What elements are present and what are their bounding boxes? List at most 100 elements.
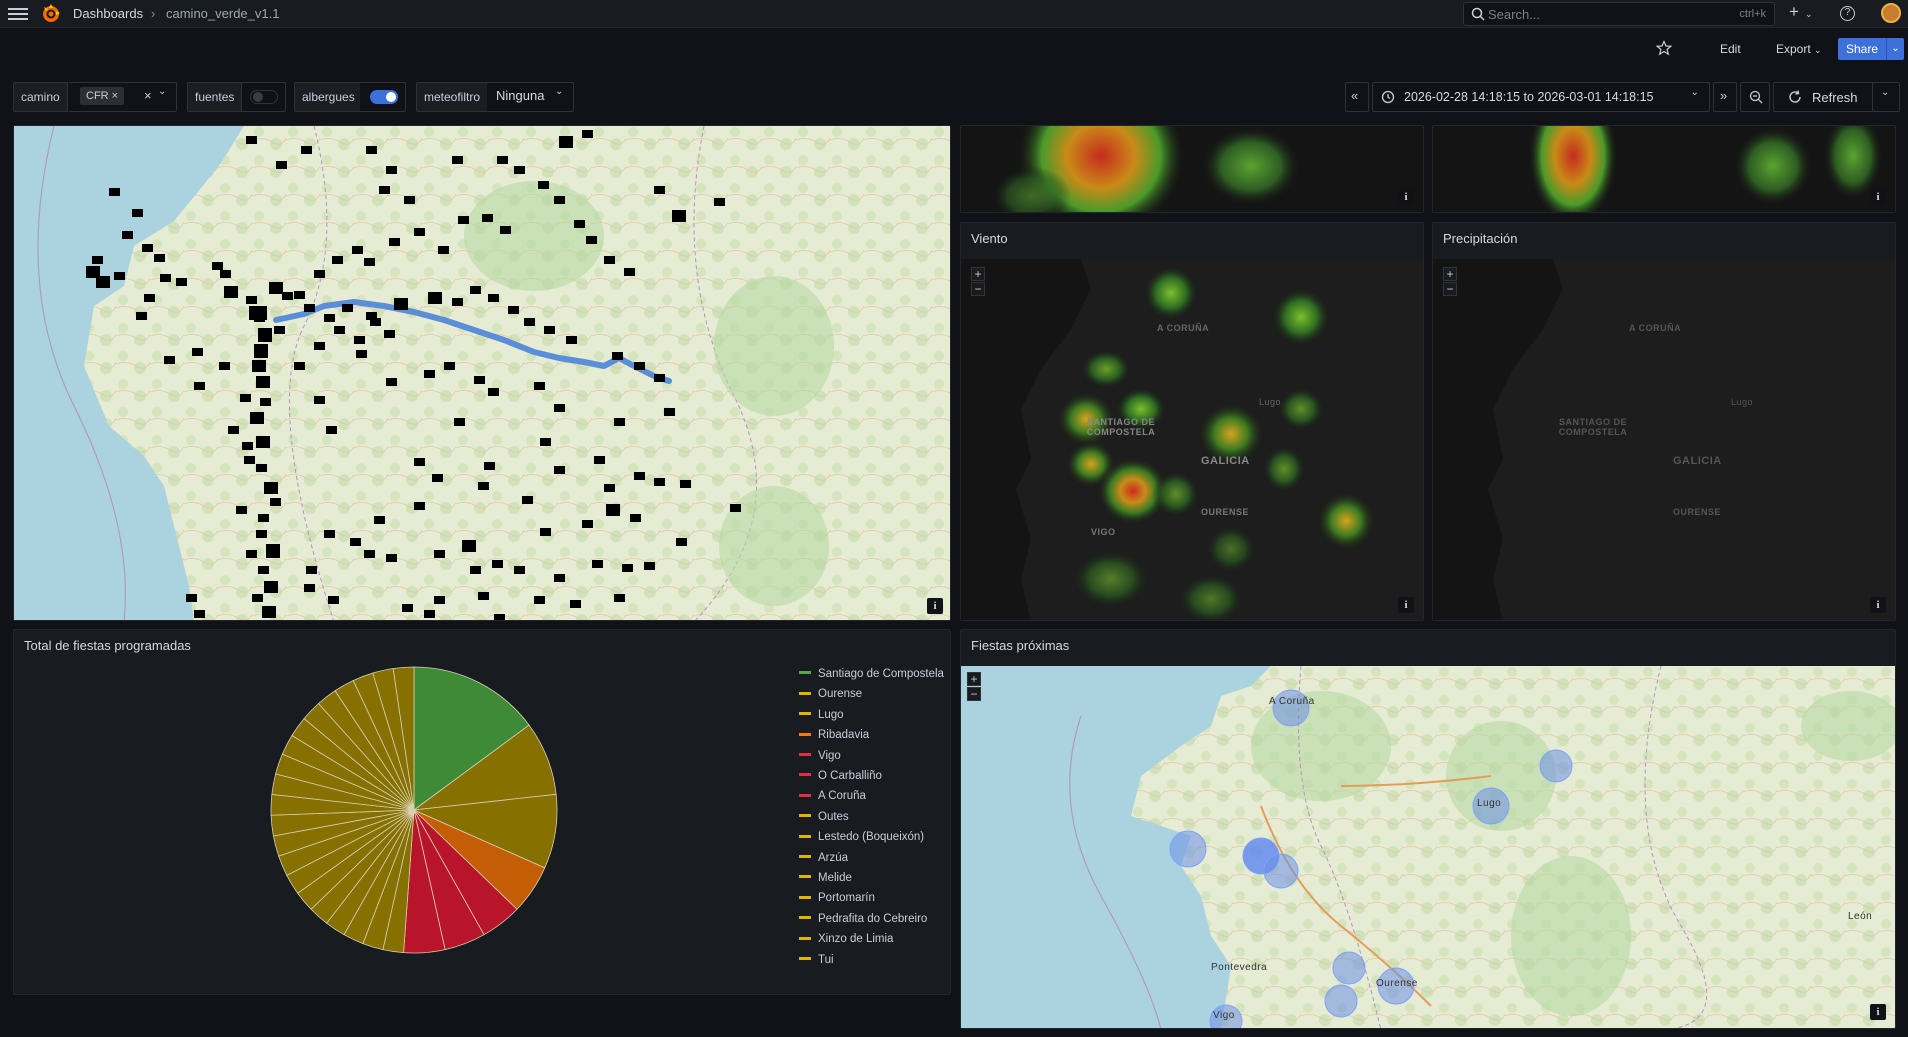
legend-item[interactable]: Lestedo (Boqueixón): [799, 831, 924, 843]
legend-swatch: [799, 773, 811, 777]
plus-icon[interactable]: +: [1789, 2, 1799, 22]
map-label-a-coruna: A CORUÑA: [1157, 323, 1210, 333]
search-input[interactable]: Search... ctrl+k: [1463, 2, 1775, 26]
zoom-out-button[interactable]: −: [1443, 282, 1457, 296]
chevron-down-icon[interactable]: ⌄: [1805, 9, 1813, 20]
zoom-out-button[interactable]: [1740, 82, 1770, 112]
time-back-button[interactable]: «: [1345, 82, 1369, 112]
zoom-in-button[interactable]: +: [1443, 267, 1457, 281]
legend-item[interactable]: A Coruña: [799, 790, 866, 802]
map-label-santiago: SANTIAGO DE COMPOSTELA: [1558, 417, 1628, 437]
edit-button[interactable]: Edit: [1712, 38, 1749, 60]
legend-item[interactable]: Ribadavia: [799, 729, 869, 741]
panel-info-icon[interactable]: i: [1398, 189, 1414, 205]
legend-label: Ourense: [818, 688, 863, 701]
help-icon[interactable]: ?: [1840, 6, 1855, 21]
refresh-button[interactable]: Refresh: [1773, 82, 1877, 112]
export-button[interactable]: Export ⌄: [1768, 38, 1830, 60]
legend-item[interactable]: Arzúa: [799, 852, 848, 864]
legend-item[interactable]: Ourense: [799, 688, 862, 700]
share-button[interactable]: Share: [1838, 38, 1886, 60]
legend-label: O Carballiño: [818, 770, 882, 782]
map-label-pontevedra: Pontevedra: [1211, 962, 1268, 973]
map-info-icon[interactable]: i: [927, 598, 943, 614]
chip-label: CFR: [86, 90, 109, 102]
map-label-a-coruna: A CORUÑA: [1629, 323, 1682, 333]
precipitacion-map[interactable]: A CORUÑA Lugo SANTIAGO DE COMPOSTELA GAL…: [1433, 259, 1895, 620]
panel-info-icon[interactable]: i: [1870, 597, 1886, 613]
zoom-out-button[interactable]: −: [967, 687, 981, 701]
chip-remove-icon[interactable]: ×: [112, 90, 118, 102]
heatmap-top-right: [1528, 126, 1883, 212]
map-label-santiago: SANTIAGO DE COMPOSTELA: [1086, 417, 1156, 437]
map-label-vigo: VIGO: [1091, 527, 1116, 537]
user-avatar[interactable]: [1881, 3, 1901, 23]
legend-label: Melide: [818, 872, 852, 884]
map-label-galicia: GALICIA: [1673, 455, 1722, 467]
time-forward-button[interactable]: »: [1713, 82, 1737, 112]
fiestas-pie-chart[interactable]: [244, 660, 584, 990]
legend-swatch: [799, 753, 811, 757]
legend-item[interactable]: Tui: [799, 954, 834, 966]
galicia-landmass: [1488, 259, 1895, 620]
camino-map[interactable]: [14, 126, 951, 621]
legend-swatch: [799, 712, 811, 716]
fiestas-proximas-panel: Fiestas próximas A Coruña Lugo Pontevedr…: [960, 629, 1896, 1029]
legend-item[interactable]: Lugo: [799, 709, 844, 721]
chevron-down-icon[interactable]: ⌄: [555, 86, 563, 97]
var-camino-chip[interactable]: CFR ×: [80, 87, 125, 105]
breadcrumb-dashboards[interactable]: Dashboards: [73, 6, 143, 21]
precipitacion-panel: Precipitación A CORUÑA Lugo SANTIAGO DE …: [1432, 222, 1896, 621]
legend-item[interactable]: Melide: [799, 872, 852, 884]
legend-item[interactable]: Santiago de Compostela: [799, 668, 944, 680]
map-label-ourense-city: Ourense: [1376, 978, 1418, 989]
legend-swatch: [799, 814, 811, 818]
legend-item[interactable]: Vigo: [799, 750, 841, 762]
legend-item[interactable]: Outes: [799, 811, 849, 823]
clear-icon[interactable]: ×: [144, 88, 152, 103]
camino-map-panel[interactable]: i: [13, 125, 951, 621]
legend-item[interactable]: Portomarín: [799, 892, 875, 904]
panel-info-icon[interactable]: i: [1870, 1004, 1886, 1020]
search-shortcut: ctrl+k: [1739, 8, 1766, 20]
legend-item[interactable]: O Carballiño: [799, 770, 882, 782]
chevron-down-icon: ⌄: [1881, 87, 1890, 98]
grafana-logo-icon[interactable]: [40, 3, 62, 25]
meteofiltro-value: Ninguna: [496, 88, 545, 103]
star-icon[interactable]: [1656, 40, 1672, 56]
panel-info-icon[interactable]: i: [1870, 189, 1886, 205]
heatmap-top-right-panel: i: [1432, 125, 1896, 213]
breadcrumb-current-dashboard[interactable]: camino_verde_v1.1: [166, 6, 279, 21]
time-range-picker[interactable]: 2026-02-28 14:18:15 to 2026-03-01 14:18:…: [1372, 82, 1710, 112]
legend-swatch: [799, 834, 811, 838]
share-dropdown-chevron-icon[interactable]: ⌄: [1886, 38, 1904, 60]
legend-label: Lestedo (Boqueixón): [818, 831, 925, 844]
refresh-label: Refresh: [1812, 90, 1858, 105]
fiestas-total-panel: Total de fiestas programadas Santiago de…: [13, 629, 951, 995]
map-label-vigo-city: Vigo: [1213, 1010, 1235, 1021]
zoom-in-button[interactable]: +: [971, 267, 985, 281]
zoom-out-button[interactable]: −: [971, 282, 985, 296]
menu-icon[interactable]: [8, 5, 28, 21]
var-camino-label: camino: [13, 82, 68, 112]
map-label-lugo: Lugo: [1259, 397, 1282, 407]
legend-swatch: [799, 957, 811, 961]
albergues-toggle[interactable]: [370, 90, 398, 104]
viento-map[interactable]: A CORUÑA Lugo SANTIAGO DE COMPOSTELA GAL…: [961, 259, 1423, 620]
time-range-label: 2026-02-28 14:18:15 to 2026-03-01 14:18:…: [1404, 90, 1654, 104]
legend-item[interactable]: Xinzo de Limia: [799, 933, 893, 945]
refresh-interval-button[interactable]: ⌄: [1872, 82, 1900, 112]
legend-label: Arzúa: [818, 851, 849, 864]
fiestas-map[interactable]: A Coruña Lugo Pontevedra Ourense Vigo Le…: [961, 666, 1895, 1028]
panel-title: Viento: [971, 231, 1008, 246]
panel-info-icon[interactable]: i: [1398, 597, 1414, 613]
breadcrumb-separator-icon: ›: [151, 6, 156, 21]
legend-item[interactable]: Pedrafita do Cebreiro: [799, 913, 927, 925]
heatmap-top-left: [991, 126, 1301, 212]
legend-swatch: [799, 691, 811, 695]
fuentes-toggle[interactable]: [250, 90, 278, 104]
top-navbar: Dashboards › camino_verde_v1.1 Search...…: [0, 0, 1908, 28]
zoom-in-button[interactable]: +: [967, 672, 981, 686]
map-label-lugo-city: Lugo: [1477, 798, 1502, 809]
chevron-down-icon[interactable]: ⌄: [158, 86, 166, 97]
